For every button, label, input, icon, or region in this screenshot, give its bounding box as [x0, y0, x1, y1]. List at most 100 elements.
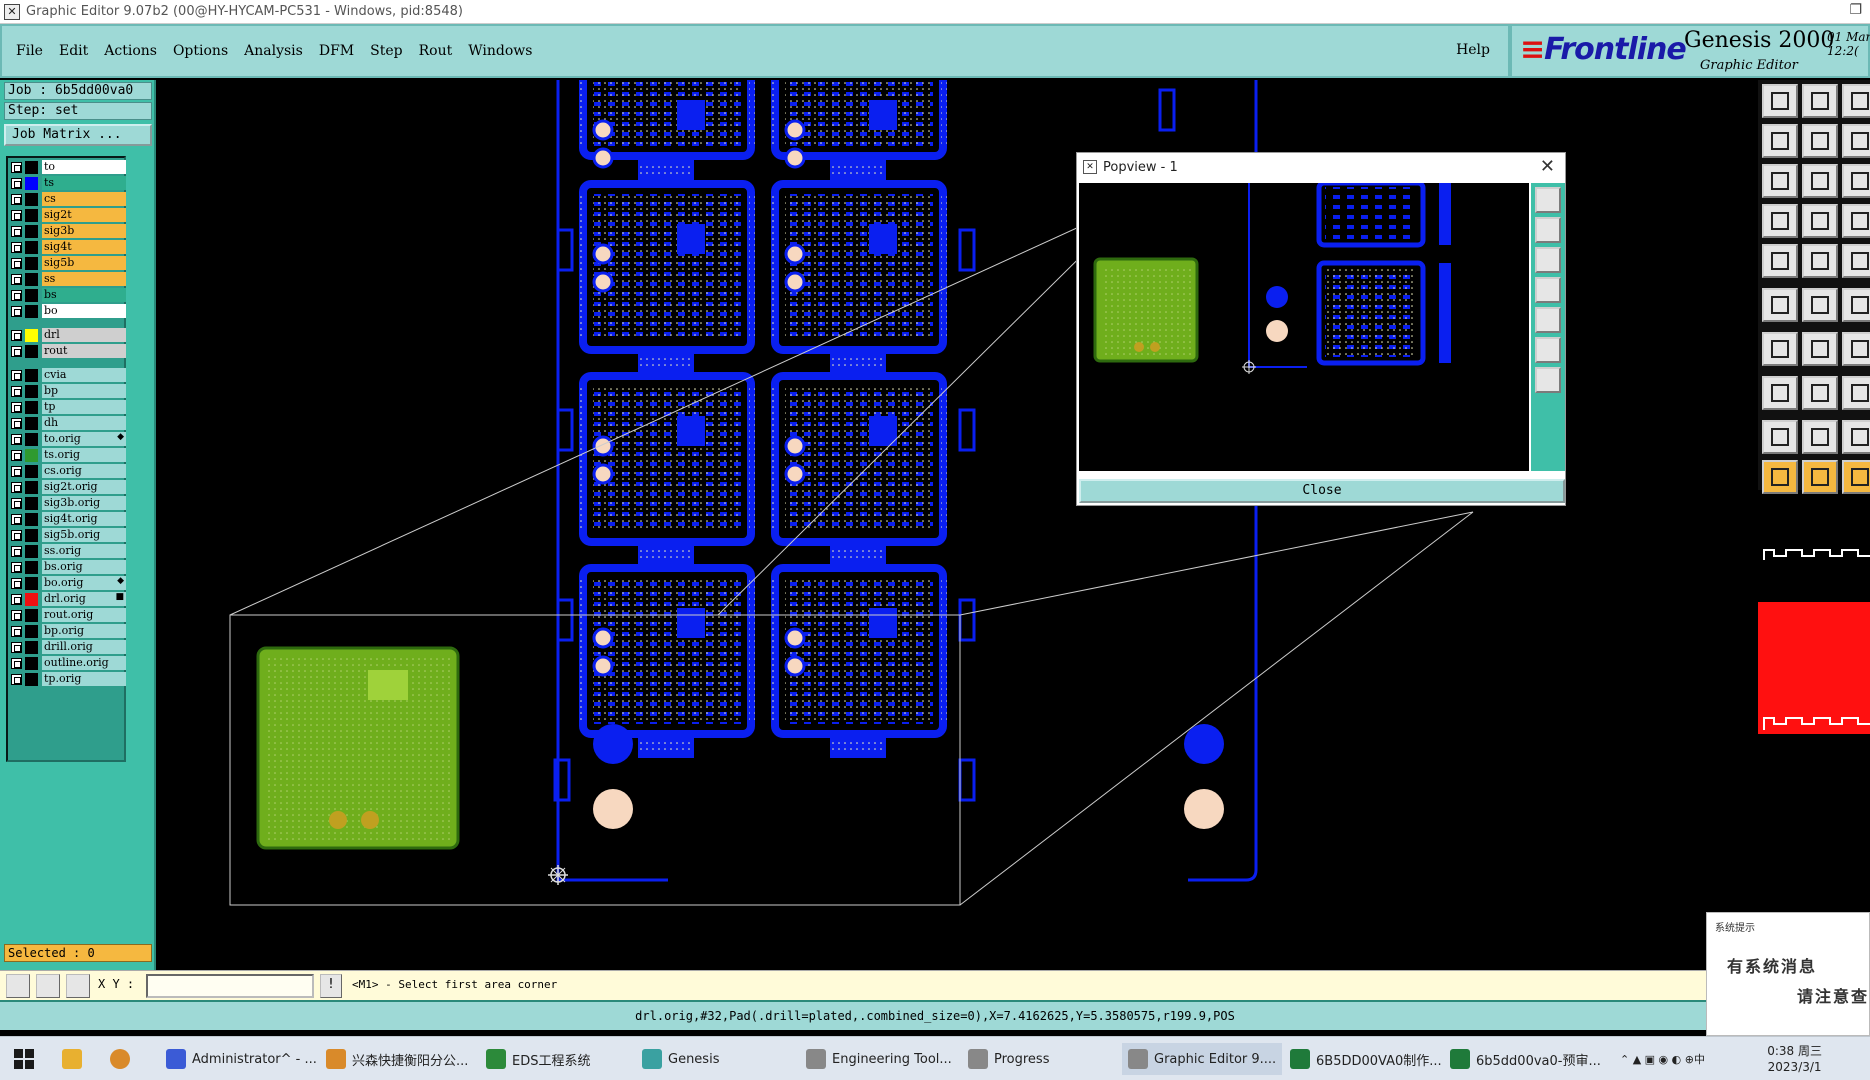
layer-name[interactable]: sig3b.orig — [42, 496, 126, 510]
system-clock[interactable]: 0:38 周三 2023/3/1 — [1767, 1043, 1822, 1075]
layer-row[interactable]: bs — [10, 288, 126, 302]
taskbar-item[interactable]: Engineering Tool... — [800, 1043, 958, 1075]
layer-name[interactable]: bs — [42, 288, 126, 302]
menu-dfm[interactable]: DFM — [319, 43, 354, 59]
layer-row[interactable]: bo.orig ◆ — [10, 576, 126, 590]
layer-checkbox[interactable] — [11, 346, 22, 357]
layer-color-swatch[interactable] — [25, 241, 38, 254]
layer-row[interactable]: sig5b.orig — [10, 528, 126, 542]
layer-color-swatch[interactable] — [25, 449, 38, 462]
layer-checkbox[interactable] — [11, 386, 22, 397]
taskbar-item[interactable]: EDS工程系统 — [480, 1043, 596, 1075]
layer-name[interactable]: to.orig — [42, 432, 126, 446]
layer-row[interactable]: sig5b — [10, 256, 126, 270]
draw-arc-icon[interactable] — [1802, 332, 1838, 366]
triangle-b-icon[interactable] — [1842, 420, 1870, 454]
layer-row[interactable]: drl — [10, 328, 126, 342]
layer-checkbox[interactable] — [11, 226, 22, 237]
snapshot-icon[interactable] — [1762, 244, 1798, 278]
pointer-box-icon[interactable] — [1802, 460, 1838, 494]
menu-actions[interactable]: Actions — [104, 43, 157, 59]
draw-line-icon[interactable] — [1762, 332, 1798, 366]
taskbar-item[interactable]: 6B5DD00VA0制作... — [1284, 1043, 1448, 1075]
add-pad-icon[interactable] — [1762, 376, 1798, 410]
layer-row[interactable]: outline.orig — [10, 656, 126, 670]
layer-name[interactable]: sig5b.orig — [42, 528, 126, 542]
layer-name[interactable]: ss.orig — [42, 544, 126, 558]
ruler-icon[interactable] — [1842, 244, 1870, 278]
layer-row[interactable]: sig4t — [10, 240, 126, 254]
layer-checkbox[interactable] — [11, 514, 22, 525]
menu-windows[interactable]: Windows — [468, 43, 532, 59]
color-icon[interactable] — [1802, 244, 1838, 278]
layer-row[interactable]: bs.orig — [10, 560, 126, 574]
layer-checkbox[interactable] — [11, 418, 22, 429]
layer-name[interactable]: rout — [42, 344, 126, 358]
highlight-icon[interactable] — [1842, 204, 1870, 238]
net-icon[interactable] — [1762, 288, 1798, 322]
menu-help[interactable]: Help — [1456, 42, 1490, 58]
layer-checkbox[interactable] — [11, 658, 22, 669]
layer-color-swatch[interactable] — [25, 641, 38, 654]
layer-color-swatch[interactable] — [25, 161, 38, 174]
layer-color-swatch[interactable] — [25, 257, 38, 270]
zoom-home-icon[interactable] — [1762, 84, 1798, 118]
layer-color-swatch[interactable] — [25, 497, 38, 510]
layer-name[interactable]: outline.orig — [42, 656, 126, 670]
layer-name[interactable]: sig5b — [42, 256, 126, 270]
layer-color-swatch[interactable] — [25, 593, 38, 606]
layer-row[interactable]: drl.orig ■ — [10, 592, 126, 606]
zoom-out-icon[interactable] — [1842, 84, 1870, 118]
layer-color-swatch[interactable] — [25, 513, 38, 526]
popview-zoom-out-icon[interactable] — [1535, 247, 1561, 273]
taskbar-item[interactable]: Genesis — [636, 1043, 725, 1075]
layer-row[interactable]: sig2t — [10, 208, 126, 222]
layer-row[interactable]: dh — [10, 416, 126, 430]
triangle-a-icon[interactable] — [1802, 420, 1838, 454]
layer-name[interactable]: dh — [42, 416, 126, 430]
layer-color-swatch[interactable] — [25, 657, 38, 670]
layer-name[interactable]: cs.orig — [42, 464, 126, 478]
layer-color-swatch[interactable] — [25, 625, 38, 638]
layer-checkbox[interactable] — [11, 194, 22, 205]
layer-row[interactable]: cs — [10, 192, 126, 206]
zoom-in-icon[interactable] — [1802, 84, 1838, 118]
tray-icons[interactable]: ⌃ ▲ ▣ ◉ ◐ ⊕ 中 — [1620, 1043, 1705, 1075]
pan-left-icon[interactable] — [1762, 124, 1798, 158]
layer-color-swatch[interactable] — [25, 385, 38, 398]
layer-checkbox[interactable] — [11, 498, 22, 509]
layer-name[interactable]: sig4t — [42, 240, 126, 254]
layer-color-swatch[interactable] — [25, 465, 38, 478]
file-explorer-icon[interactable] — [62, 1043, 88, 1075]
link-icon[interactable] — [1842, 288, 1870, 322]
zoom-fit-icon[interactable] — [1762, 164, 1798, 198]
grid-icon[interactable] — [66, 974, 90, 998]
layer-color-swatch[interactable] — [25, 577, 38, 590]
pointer-icon[interactable] — [1762, 460, 1798, 494]
layer-row[interactable]: ss.orig — [10, 544, 126, 558]
layer-checkbox[interactable] — [11, 402, 22, 413]
layer-color-swatch[interactable] — [25, 545, 38, 558]
layer-row[interactable]: bo — [10, 304, 126, 318]
layer-name[interactable]: ts — [42, 176, 126, 190]
layer-checkbox[interactable] — [11, 466, 22, 477]
triangle-icon[interactable] — [1762, 420, 1798, 454]
layer-checkbox[interactable] — [11, 562, 22, 573]
layer-name[interactable]: to — [42, 160, 126, 174]
layer-row[interactable]: cs.orig — [10, 464, 126, 478]
layer-color-swatch[interactable] — [25, 273, 38, 286]
layer-row[interactable]: to.orig ◆ — [10, 432, 126, 446]
job-matrix-button[interactable]: Job Matrix ... — [4, 124, 152, 146]
layer-color-swatch[interactable] — [25, 289, 38, 302]
layer-name[interactable]: ts.orig — [42, 448, 126, 462]
info-icon[interactable]: ! — [320, 974, 342, 998]
layer-row[interactable]: sig4t.orig — [10, 512, 126, 526]
xy-input[interactable] — [146, 974, 314, 998]
layer-color-swatch[interactable] — [25, 193, 38, 206]
layer-name[interactable]: drill.orig — [42, 640, 126, 654]
pointer-move-icon[interactable] — [1842, 460, 1870, 494]
layer-row[interactable]: tp.orig — [10, 672, 126, 686]
cut-line-icon[interactable] — [1802, 376, 1838, 410]
add-text-icon[interactable] — [1842, 376, 1870, 410]
layer-checkbox[interactable] — [11, 162, 22, 173]
